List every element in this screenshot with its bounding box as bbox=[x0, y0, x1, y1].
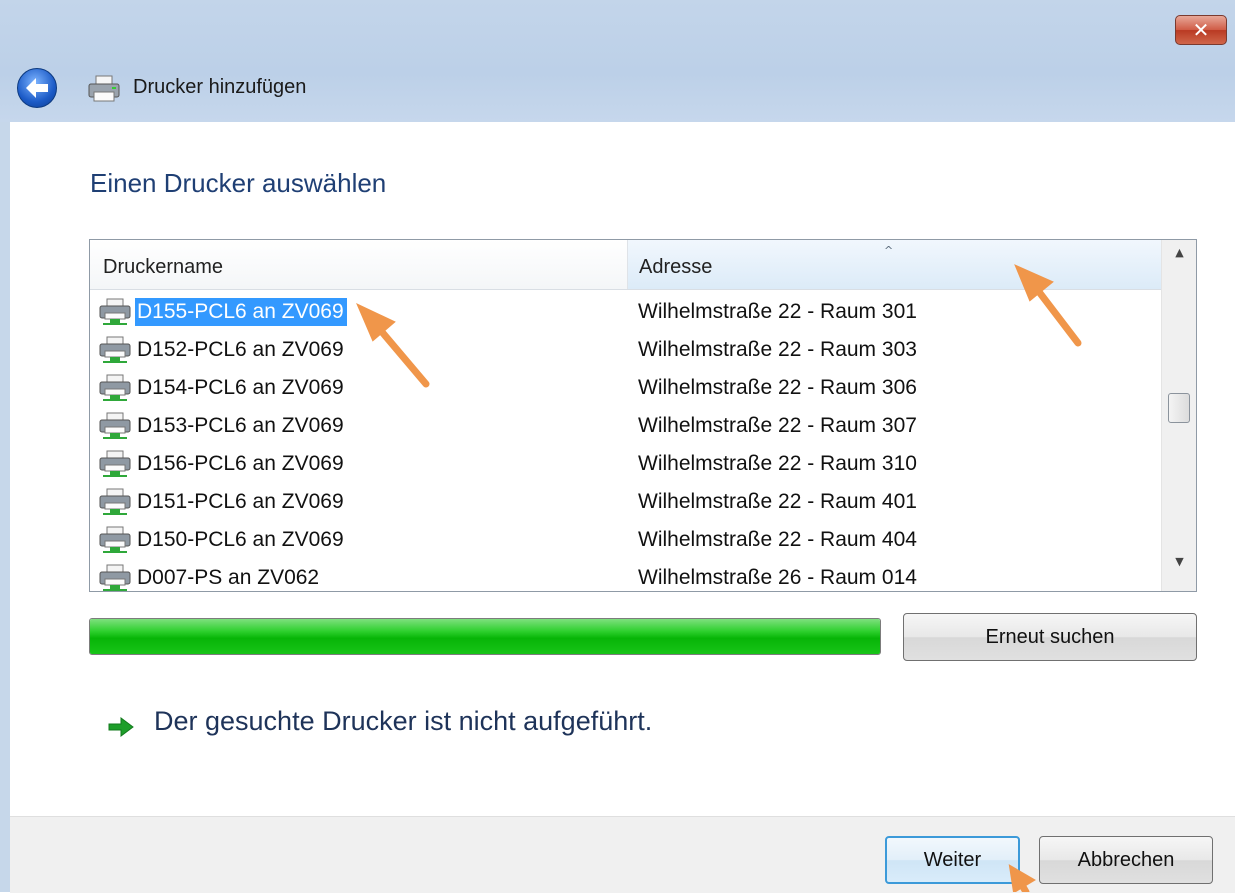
list-row[interactable]: D152-PCL6 an ZV069 Wilhelmstraße 22 - Rau… bbox=[90, 331, 1161, 369]
list-row[interactable]: D150-PCL6 an ZV069 Wilhelmstraße 22 - Rau… bbox=[90, 521, 1161, 559]
printer-list[interactable]: Druckername ^ Adresse D155-PCL6 an ZV069… bbox=[89, 239, 1197, 592]
list-row[interactable]: D151-PCL6 an ZV069 Wilhelmstraße 22 - Rau… bbox=[90, 483, 1161, 521]
progress-fill bbox=[90, 619, 880, 654]
printer-name: D007-PS an ZV062 bbox=[137, 566, 320, 589]
printer-name: D156-PCL6 an ZV069 bbox=[137, 452, 344, 475]
column-header-printer-name[interactable]: Druckername bbox=[90, 240, 628, 289]
scrollbar-thumb[interactable] bbox=[1168, 393, 1190, 423]
printer-name: D154-PCL6 an ZV069 bbox=[137, 376, 344, 399]
page-heading: Einen Drucker auswählen bbox=[90, 168, 387, 198]
printer-address: Wilhelmstraße 22 - Raum 307 bbox=[638, 414, 917, 437]
list-header: Druckername ^ Adresse bbox=[90, 240, 1161, 290]
printer-not-listed-text[interactable]: Der gesuchte Drucker ist nicht aufgeführ… bbox=[154, 706, 652, 737]
network-printer-icon bbox=[99, 298, 131, 331]
green-arrow-icon bbox=[108, 717, 134, 737]
printer-address: Wilhelmstraße 22 - Raum 401 bbox=[638, 490, 917, 513]
printer-address: Wilhelmstraße 22 - Raum 301 bbox=[638, 300, 917, 323]
scroll-up-icon[interactable]: ▲ bbox=[1162, 246, 1196, 276]
list-row[interactable]: D007-PS an ZV062 Wilhelmstraße 26 - Raum … bbox=[90, 559, 1161, 591]
network-printer-icon bbox=[99, 450, 131, 483]
column-header-address-label: Adresse bbox=[639, 256, 713, 278]
printer-address: Wilhelmstraße 22 - Raum 306 bbox=[638, 376, 917, 399]
printer-address: Wilhelmstraße 22 - Raum 303 bbox=[638, 338, 917, 361]
network-printer-icon bbox=[99, 336, 131, 369]
network-printer-icon bbox=[99, 374, 131, 407]
network-printer-icon bbox=[99, 412, 131, 445]
printer-icon bbox=[88, 75, 120, 102]
list-row[interactable]: D154-PCL6 an ZV069 Wilhelmstraße 22 - Rau… bbox=[90, 369, 1161, 407]
printer-name: D150-PCL6 an ZV069 bbox=[137, 528, 344, 551]
list-rows: D155-PCL6 an ZV069 Wilhelmstraße 22 - Rau… bbox=[90, 293, 1161, 591]
search-progress-bar bbox=[89, 618, 881, 655]
network-printer-icon bbox=[99, 526, 131, 559]
list-row[interactable]: D156-PCL6 an ZV069 Wilhelmstraße 22 - Rau… bbox=[90, 445, 1161, 483]
printer-address: Wilhelmstraße 22 - Raum 404 bbox=[638, 528, 917, 551]
list-row[interactable]: D155-PCL6 an ZV069 Wilhelmstraße 22 - Rau… bbox=[90, 293, 1161, 331]
column-header-address[interactable]: ^ Adresse bbox=[628, 240, 1161, 289]
network-printer-icon bbox=[99, 488, 131, 521]
back-arrow-icon bbox=[26, 78, 48, 98]
printer-address: Wilhelmstraße 22 - Raum 310 bbox=[638, 452, 917, 475]
sort-ascending-icon: ^ bbox=[884, 244, 894, 257]
list-row[interactable]: D153-PCL6 an ZV069 Wilhelmstraße 22 - Rau… bbox=[90, 407, 1161, 445]
close-icon: ✕ bbox=[1192, 18, 1210, 42]
vertical-scrollbar[interactable]: ▲ ▼ bbox=[1161, 240, 1196, 591]
scroll-down-icon[interactable]: ▼ bbox=[1162, 555, 1196, 585]
printer-address: Wilhelmstraße 26 - Raum 014 bbox=[638, 566, 917, 589]
window-title: Drucker hinzufügen bbox=[133, 76, 307, 98]
title-bar: ✕ Drucker hinzufügen bbox=[0, 0, 1235, 122]
back-button[interactable] bbox=[17, 68, 57, 108]
printer-name: D151-PCL6 an ZV069 bbox=[137, 490, 344, 513]
printer-name: D155-PCL6 an ZV069 bbox=[135, 298, 347, 326]
search-again-button[interactable]: Erneut suchen bbox=[903, 613, 1197, 661]
printer-name: D153-PCL6 an ZV069 bbox=[137, 414, 344, 437]
cancel-button[interactable]: Abbrechen bbox=[1039, 836, 1213, 884]
network-printer-icon bbox=[99, 564, 131, 591]
close-button[interactable]: ✕ bbox=[1175, 15, 1227, 45]
next-button[interactable]: Weiter bbox=[885, 836, 1020, 884]
printer-name: D152-PCL6 an ZV069 bbox=[137, 338, 344, 361]
